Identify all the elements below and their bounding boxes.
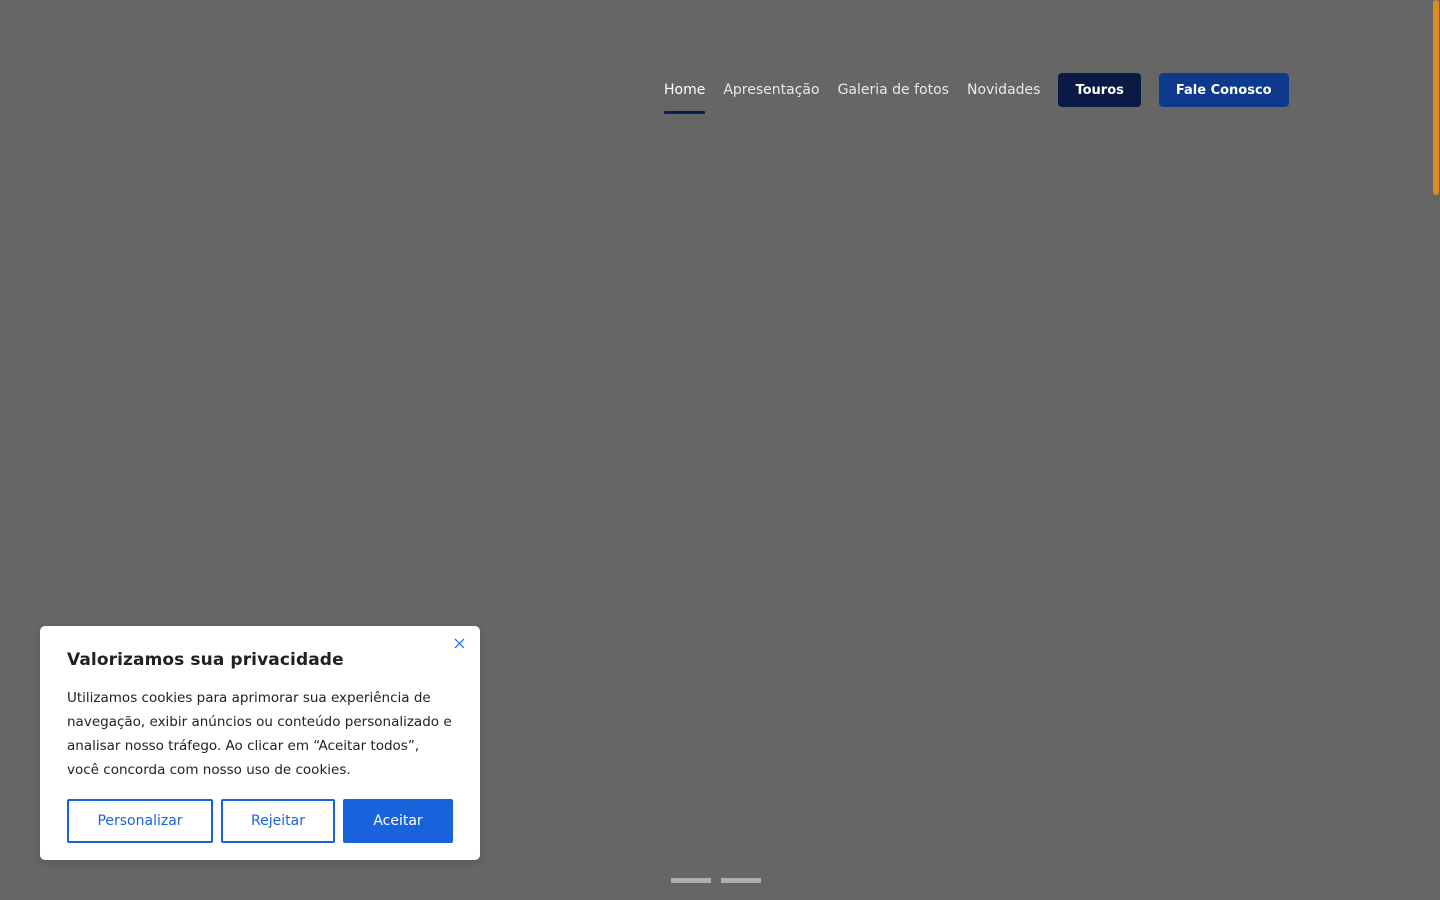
cookie-description: Utilizamos cookies para aprimorar sua ex…: [67, 690, 452, 778]
customize-button[interactable]: Personalizar: [67, 799, 213, 843]
nav-link-home[interactable]: Home: [664, 73, 706, 114]
nav-link-galeria-de-fotos[interactable]: Galeria de fotos: [838, 73, 949, 107]
slider-indicator-1[interactable]: [671, 878, 711, 883]
nav-link-apresentacao[interactable]: Apresentação: [723, 73, 819, 107]
accept-button[interactable]: Aceitar: [343, 799, 453, 843]
close-icon[interactable]: [452, 636, 466, 650]
slider-indicators: [671, 878, 761, 883]
fale-conosco-button[interactable]: Fale Conosco: [1158, 73, 1289, 107]
nav-link-novidades[interactable]: Novidades: [967, 73, 1040, 107]
slider-indicator-2[interactable]: [721, 878, 761, 883]
scrollbar-thumb[interactable]: [1433, 0, 1439, 195]
site-header: Home Apresentação Galeria de fotos Novid…: [0, 0, 1440, 180]
reject-button[interactable]: Rejeitar: [221, 799, 335, 843]
main-nav: Home Apresentação Galeria de fotos Novid…: [664, 73, 1289, 114]
cookie-actions: Personalizar Rejeitar Aceitar: [67, 799, 453, 843]
cookie-consent-banner: Valorizamos sua privacidade Utilizamos c…: [40, 626, 480, 860]
touros-button[interactable]: Touros: [1058, 73, 1141, 107]
cookie-title: Valorizamos sua privacidade: [67, 650, 344, 670]
scrollbar-track[interactable]: [1432, 0, 1440, 900]
